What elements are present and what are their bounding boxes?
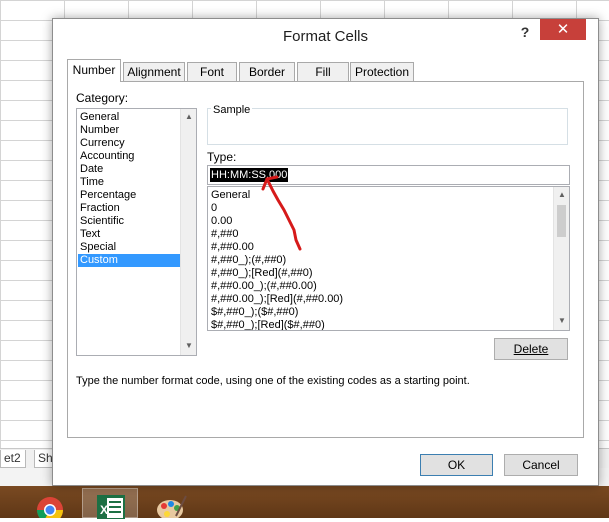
category-item-accounting[interactable]: Accounting xyxy=(78,150,181,163)
type-label: Type: xyxy=(207,150,237,164)
category-list[interactable]: General Number Currency Accounting Date … xyxy=(76,108,197,356)
red-arrow-annotation xyxy=(261,175,302,251)
delete-button[interactable]: Delete xyxy=(494,338,568,360)
scroll-down-icon[interactable]: ▼ xyxy=(556,315,568,327)
format-item[interactable]: $#,##0_);[Red]($#,##0) xyxy=(211,319,325,330)
format-item[interactable]: #,##0.00_);[Red](#,##0.00) xyxy=(211,293,343,306)
taskbar-chrome-button[interactable] xyxy=(22,488,78,522)
excel-icon: X xyxy=(97,495,125,521)
ok-button[interactable]: OK xyxy=(420,454,493,476)
category-item-special[interactable]: Special xyxy=(78,241,181,254)
sample-label: Sample xyxy=(211,104,253,116)
format-item[interactable]: #,##0.00_);(#,##0.00) xyxy=(211,280,317,293)
delete-button-label: Delete xyxy=(513,342,549,356)
format-item[interactable]: 0 xyxy=(211,202,217,215)
taskbar-excel-button[interactable]: X xyxy=(82,488,138,521)
category-scrollbar[interactable]: ▲ ▼ xyxy=(180,109,196,355)
format-item[interactable]: #,##0.00 xyxy=(211,241,254,254)
category-item-fraction[interactable]: Fraction xyxy=(78,202,181,215)
format-item[interactable]: #,##0 xyxy=(211,228,239,241)
format-list-scrollbar[interactable]: ▲ ▼ xyxy=(553,187,569,330)
format-item[interactable]: 0.00 xyxy=(211,215,232,228)
format-hint-text: Type the number format code, using one o… xyxy=(76,375,470,387)
cancel-button[interactable]: Cancel xyxy=(504,454,578,476)
svg-text:X: X xyxy=(100,503,108,517)
scroll-thumb[interactable] xyxy=(557,205,566,237)
dialog-titlebar[interactable]: Format Cells ? ✕ xyxy=(53,19,598,51)
tab-font[interactable]: Font xyxy=(187,62,237,81)
format-item[interactable]: #,##0_);[Red](#,##0) xyxy=(211,267,313,280)
sheet-tab[interactable]: et2 xyxy=(0,450,26,468)
tab-protection[interactable]: Protection xyxy=(350,62,414,81)
format-cells-dialog: Format Cells ? ✕ Number Alignment Font B… xyxy=(52,18,599,486)
category-item-date[interactable]: Date xyxy=(78,163,181,176)
category-item-scientific[interactable]: Scientific xyxy=(78,215,181,228)
close-icon: ✕ xyxy=(556,21,570,38)
category-label: Category: xyxy=(76,91,129,105)
tab-number[interactable]: Number xyxy=(67,59,121,82)
category-item-number[interactable]: Number xyxy=(78,124,181,137)
tab-alignment[interactable]: Alignment xyxy=(123,62,185,81)
taskbar-paint-button[interactable] xyxy=(142,488,198,520)
tab-strip: Number Alignment Font Border Fill Protec… xyxy=(67,59,587,83)
category-item-currency[interactable]: Currency xyxy=(78,137,181,150)
paint-icon xyxy=(157,495,187,520)
tab-border[interactable]: Border xyxy=(239,62,295,81)
close-button[interactable]: ✕ xyxy=(540,19,586,40)
scroll-down-icon[interactable]: ▼ xyxy=(183,340,195,352)
category-item-general[interactable]: General xyxy=(78,111,181,124)
category-item-percentage[interactable]: Percentage xyxy=(78,189,181,202)
sample-group xyxy=(207,108,568,145)
chrome-icon xyxy=(36,497,64,522)
help-button[interactable]: ? xyxy=(517,24,533,42)
taskbar: X xyxy=(0,486,609,522)
tab-fill[interactable]: Fill xyxy=(297,62,349,81)
scroll-up-icon[interactable]: ▲ xyxy=(556,189,568,201)
format-item[interactable]: General xyxy=(211,189,250,202)
category-item-text[interactable]: Text xyxy=(78,228,181,241)
scroll-up-icon[interactable]: ▲ xyxy=(183,111,195,123)
category-item-custom[interactable]: Custom xyxy=(78,254,181,267)
format-item[interactable]: $#,##0_);($#,##0) xyxy=(211,306,298,319)
category-item-time[interactable]: Time xyxy=(78,176,181,189)
